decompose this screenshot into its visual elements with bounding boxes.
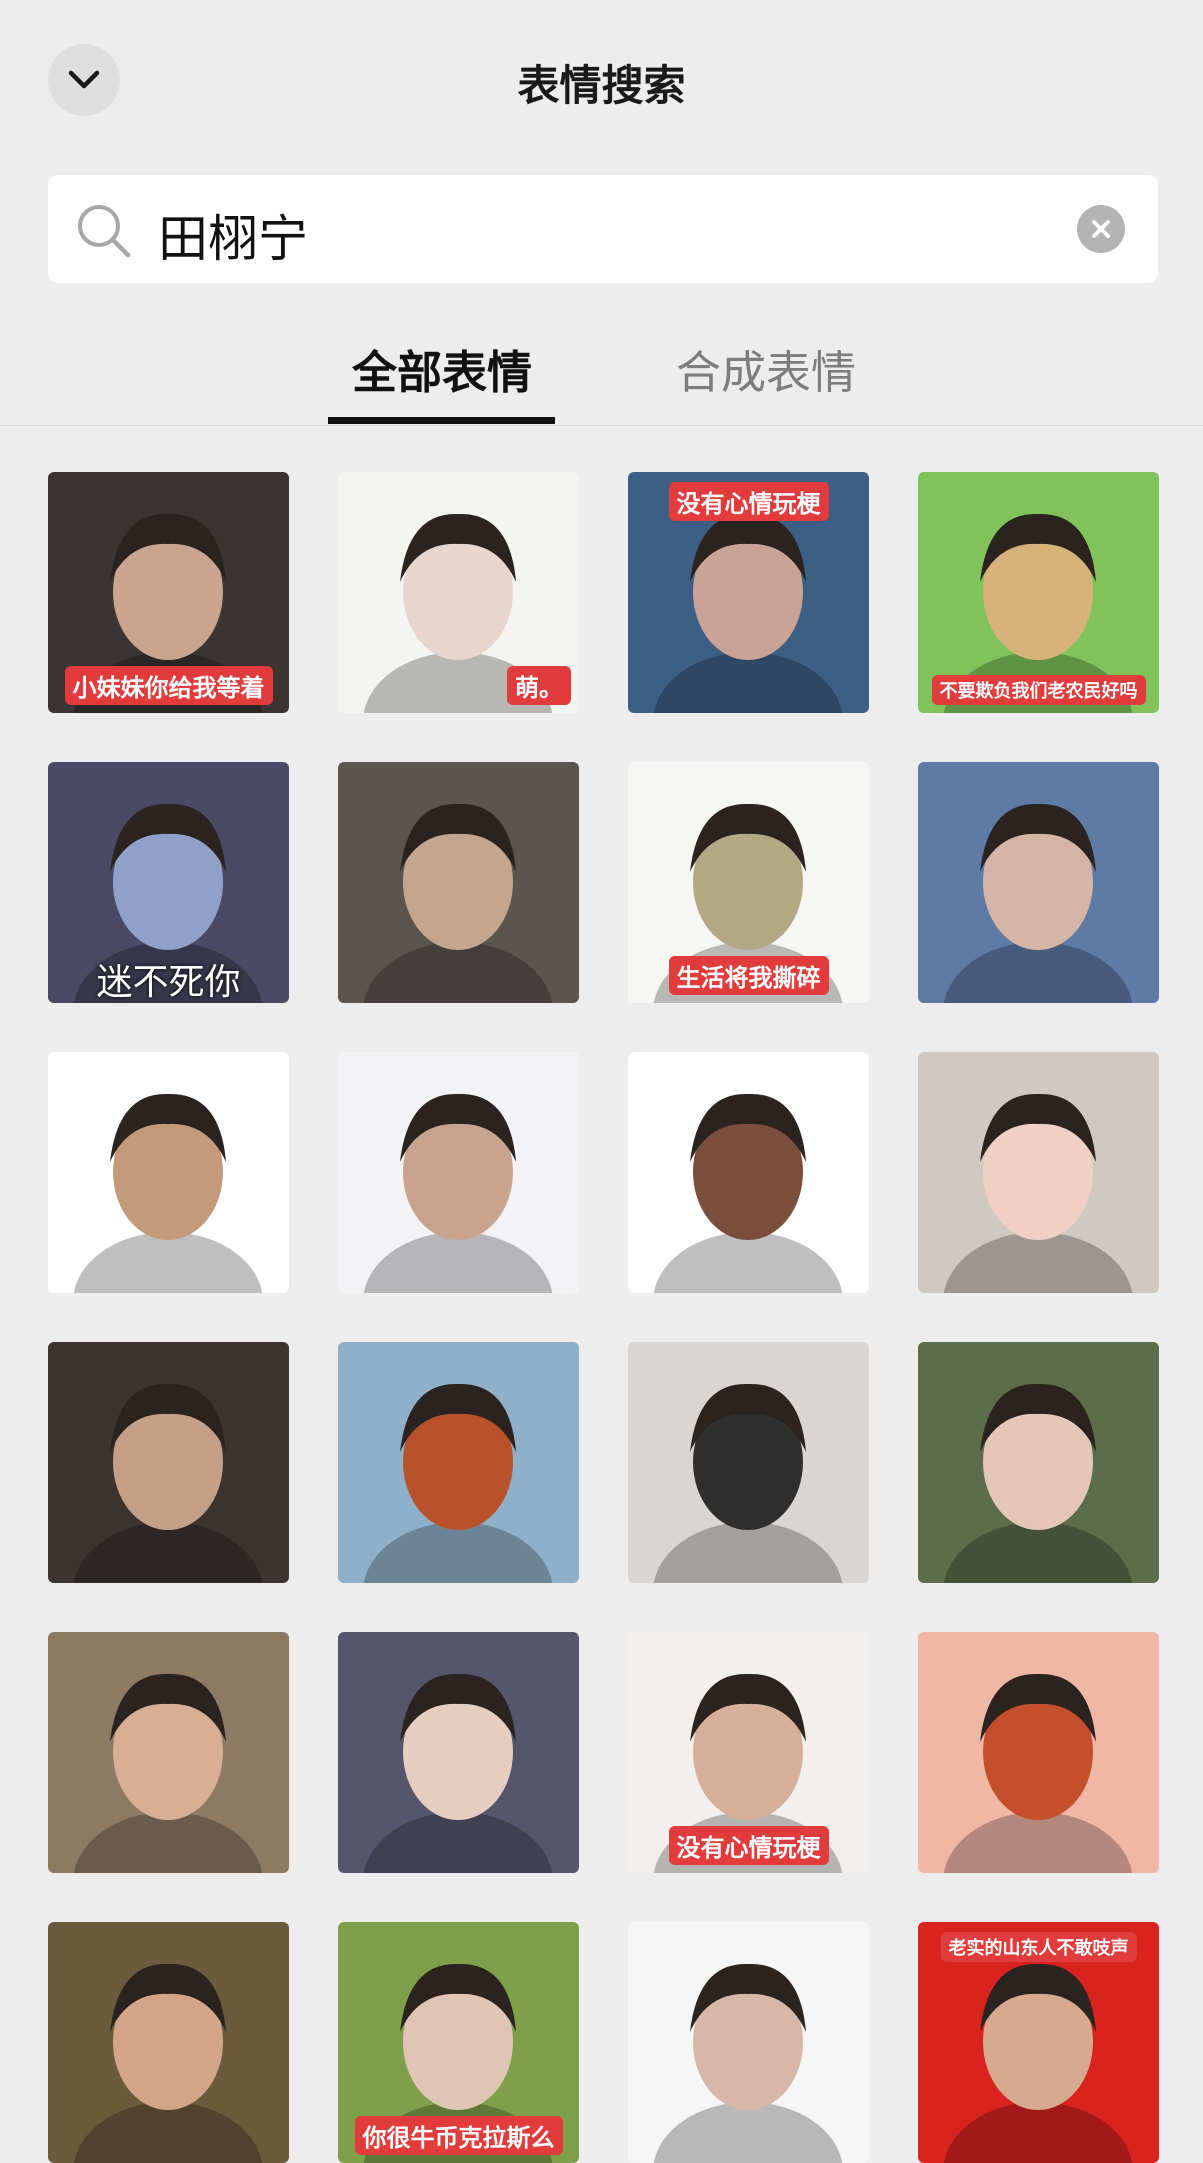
sticker-item[interactable]: 没有心情玩梗 xyxy=(628,472,869,713)
sticker-image xyxy=(653,1963,843,2163)
tab-composite-stickers[interactable]: 合成表情 xyxy=(676,336,856,401)
sticker-image xyxy=(363,1093,553,1293)
clear-icon xyxy=(1092,220,1110,238)
sticker-item[interactable] xyxy=(628,1342,869,1583)
search-field[interactable]: 田栩宁 xyxy=(48,175,1158,283)
sticker-item[interactable]: 生活将我撕碎 xyxy=(628,762,869,1003)
sticker-image xyxy=(943,1383,1133,1583)
sticker-item[interactable]: 你很牛币克拉斯么 xyxy=(338,1922,579,2163)
page-title: 表情搜索 xyxy=(517,61,686,110)
sticker-image xyxy=(363,1383,553,1583)
sticker-caption: 萌。 xyxy=(507,666,571,705)
header: 表情搜索 xyxy=(0,0,1203,160)
sticker-image xyxy=(73,1963,263,2163)
sticker-caption: 你很牛币克拉斯么 xyxy=(354,2116,563,2155)
sticker-item[interactable]: 萌。 xyxy=(338,472,579,713)
sticker-caption: 迷不死你 xyxy=(96,962,241,1003)
tab-bar: 全部表情 合成表情 xyxy=(0,330,1203,426)
search-icon xyxy=(78,205,131,258)
sticker-image xyxy=(73,1383,263,1583)
sticker-item[interactable] xyxy=(48,1922,289,2163)
search-input[interactable]: 田栩宁 xyxy=(158,199,308,271)
sticker-item[interactable]: 不要欺负我们老农民好吗 xyxy=(918,472,1159,713)
sticker-image xyxy=(363,1673,553,1873)
sticker-item[interactable]: 小妹妹你给我等着 xyxy=(48,472,289,713)
sticker-item[interactable]: 老实的山东人不敢吱声 xyxy=(918,1922,1159,2163)
sticker-caption: 老实的山东人不敢吱声 xyxy=(940,1932,1137,1962)
sticker-item[interactable]: 迷不死你 xyxy=(48,762,289,1003)
sticker-image xyxy=(73,1673,263,1873)
sticker-item[interactable] xyxy=(338,1632,579,1873)
active-tab-indicator xyxy=(328,417,555,424)
sticker-item[interactable] xyxy=(918,1052,1159,1293)
clear-search-button[interactable] xyxy=(1077,205,1125,253)
sticker-caption: 生活将我撕碎 xyxy=(668,956,829,995)
sticker-caption: 没有心情玩梗 xyxy=(668,1826,829,1865)
sticker-item[interactable] xyxy=(48,1632,289,1873)
sticker-item[interactable] xyxy=(338,1052,579,1293)
sticker-item[interactable] xyxy=(338,762,579,1003)
sticker-caption: 没有心情玩梗 xyxy=(668,482,829,521)
sticker-caption: 小妹妹你给我等着 xyxy=(64,666,273,705)
sticker-item[interactable] xyxy=(918,1632,1159,1873)
sticker-grid: 小妹妹你给我等着 萌。 没有心情玩梗 不要欺负我们老农民好吗 迷不死你 生活将我撕碎 没有心… xyxy=(48,472,1159,2163)
sticker-caption: 不要欺负我们老农民好吗 xyxy=(931,675,1146,705)
sticker-item[interactable] xyxy=(48,1342,289,1583)
sticker-image xyxy=(653,1093,843,1293)
sticker-image xyxy=(363,803,553,1003)
sticker-item[interactable] xyxy=(918,1342,1159,1583)
tab-all-stickers[interactable]: 全部表情 xyxy=(352,336,532,401)
sticker-item[interactable] xyxy=(338,1342,579,1583)
sticker-image xyxy=(653,1383,843,1583)
sticker-image xyxy=(943,1093,1133,1293)
sticker-item[interactable] xyxy=(628,1052,869,1293)
sticker-item[interactable]: 没有心情玩梗 xyxy=(628,1632,869,1873)
sticker-image xyxy=(73,1093,263,1293)
sticker-item[interactable] xyxy=(48,1052,289,1293)
sticker-item[interactable] xyxy=(628,1922,869,2163)
sticker-image xyxy=(943,803,1133,1003)
sticker-image xyxy=(943,1673,1133,1873)
sticker-item[interactable] xyxy=(918,762,1159,1003)
